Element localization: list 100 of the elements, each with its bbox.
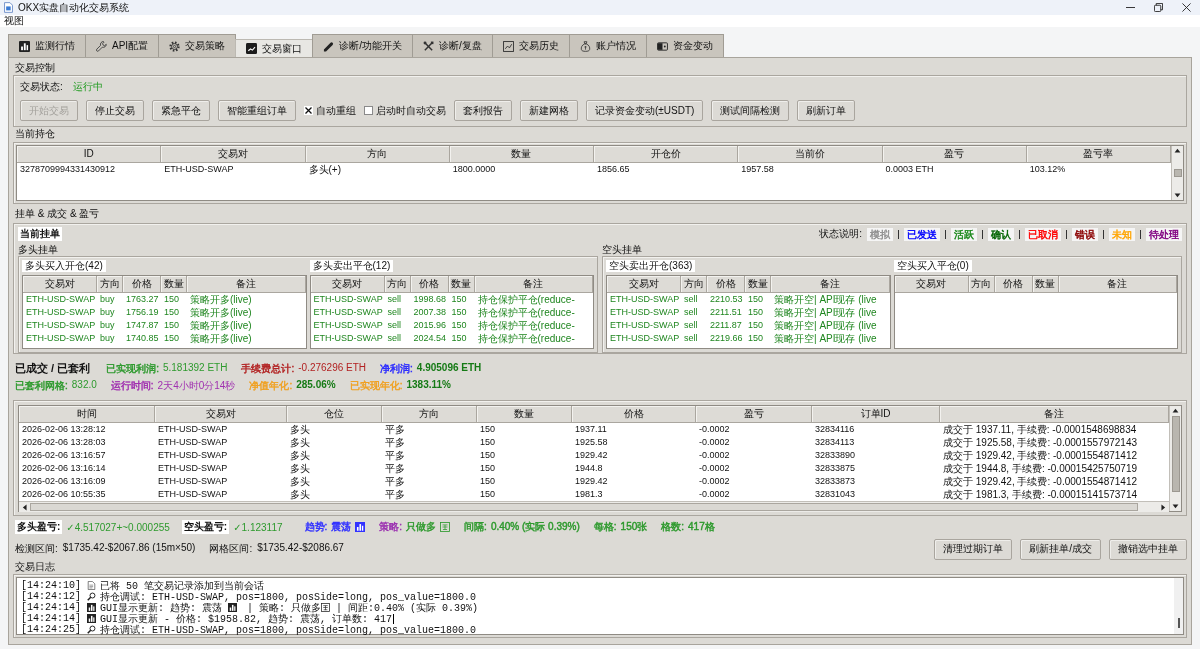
column-header[interactable]: 数量 [1032,276,1059,293]
table-cell-text: -0.0002 [698,488,731,501]
bar-chart-icon [87,614,96,623]
tab[interactable]: 交易策略 [158,34,237,57]
column-header[interactable]: 交易对 [161,146,306,163]
stat-value: 2天4小时0分14秒 [157,378,236,393]
bar-chart-icon [19,40,30,52]
stat-value: 832.0 [71,378,97,392]
scrollbar-thumb[interactable] [1171,416,1180,492]
column-header[interactable]: 备注 [1058,276,1177,293]
tab[interactable]: 资金变动 [645,34,724,57]
tab[interactable]: 账户情况 [568,34,647,57]
scroll-down-icon[interactable] [1174,193,1181,198]
tab[interactable]: API配置 [85,34,160,57]
column-header[interactable]: 数量 [449,146,594,163]
column-header[interactable]: 数量 [448,276,475,293]
log-text: 持仓调试: ETH-USD-SWAP, pos=1800, posSide=long, pos_value=1800.0 [100,623,477,637]
checkbox[interactable]: 启动时自动交易 [364,103,446,118]
column-header[interactable]: 备注 [187,276,306,293]
action-button[interactable]: 套利报告 [454,100,512,121]
column-header[interactable]: 方向 [384,276,411,293]
column-header[interactable]: 盈亏 [882,146,1027,163]
column-header[interactable]: 价格 [572,406,696,423]
scrollbar-thumb[interactable] [1173,169,1182,177]
scroll-up-icon[interactable] [1172,408,1179,413]
action-button[interactable]: 刷新订单 [797,100,856,121]
table-cell-text: 1981.3 [574,488,604,501]
tab[interactable]: 诊断/功能开关 [312,34,413,57]
tab[interactable]: 交易窗口 [235,39,314,57]
column-header[interactable]: 备注 [474,276,593,293]
checkbox[interactable]: 自动重组 [304,103,356,118]
column-header[interactable]: 数量 [161,276,187,293]
column-header[interactable]: 方向 [382,406,477,423]
table-cell-text: 150 [163,306,181,319]
column-header[interactable]: 开仓价 [594,146,739,163]
column-header[interactable]: 盈亏 [696,406,812,423]
status-label: 交易状态: [20,80,63,94]
table-cell-text: 2210.53 [709,293,744,306]
table-cell-text: 150 [479,475,497,488]
column-header[interactable]: 仓位 [287,406,382,423]
scroll-right-icon[interactable] [1161,503,1166,511]
column-header[interactable]: 盈亏率 [1026,146,1171,163]
table-cell-text: 1937.11 [574,423,608,436]
column-header[interactable]: 当前价 [738,146,883,163]
scroll-up-icon[interactable] [1174,148,1181,153]
column-header[interactable]: 备注 [940,406,1169,423]
table-cell-text: ETH-USD-SWAP [312,319,384,332]
tab[interactable]: 监测行情 [8,34,86,57]
action-button[interactable]: 测试间隔检测 [711,100,790,121]
action-button[interactable]: 刷新挂单/成交 [1020,538,1101,560]
action-button[interactable]: 记录资金变动(±USDT) [586,100,704,121]
column-header[interactable]: 交易对 [23,276,97,293]
table-cell-text: 1929.42 [574,449,609,462]
horizontal-scrollbar[interactable] [19,501,1169,512]
column-header[interactable]: 方向 [305,146,450,163]
column-header[interactable]: 订单ID [812,406,940,423]
action-button[interactable]: 智能重组订单 [218,100,296,121]
vertical-scrollbar[interactable] [1171,146,1183,200]
table-cell-text: 多头 [289,488,311,501]
action-button[interactable]: 新建网格 [520,100,578,121]
column-header[interactable]: 方向 [681,276,707,293]
column-header[interactable]: 数量 [477,406,572,423]
column-header[interactable]: 备注 [771,276,890,293]
column-header[interactable]: 方向 [968,276,995,293]
checkbox-icon[interactable] [364,106,373,115]
column-header[interactable]: ID [17,146,162,163]
column-header[interactable]: 交易对 [607,276,681,293]
table-cell-text: 1856.65 [596,163,631,176]
column-header[interactable]: 交易对 [310,276,385,293]
action-button[interactable]: 停止交易 [86,100,144,121]
table-cell-text: 成交于 1929.42, 手续费: -0.0001554871412 [942,449,1138,462]
column-header[interactable]: 交易对 [894,276,969,293]
vertical-scrollbar[interactable] [1174,578,1183,634]
table-cell-text: 策略开空| API现存 (live [773,293,878,306]
menu-item[interactable]: 视图 [4,15,24,27]
table-cell-text: ETH-USD-SWAP [25,306,97,319]
column-header[interactable]: 价格 [410,276,449,293]
table-cell-text: 150 [450,319,468,332]
column-header[interactable]: 时间 [19,406,155,423]
action-button[interactable]: 清理过期订单 [934,538,1013,560]
checkbox-icon[interactable] [304,106,313,115]
action-button[interactable]: 紧急平仓 [152,100,210,121]
scrollbar-thumb[interactable] [1177,618,1180,628]
section-title: 当前持仓 [14,127,55,141]
column-header[interactable]: 交易对 [155,406,287,423]
table-cell-text: buy [99,332,116,345]
table-cell-text: ETH-USD-SWAP [163,163,235,176]
scrollbar-thumb[interactable] [30,503,1138,511]
action-button[interactable]: 撤销选中挂单 [1109,538,1187,560]
column-header[interactable]: 价格 [707,276,745,293]
column-header[interactable]: 数量 [745,276,771,293]
vertical-scrollbar[interactable] [1169,406,1181,511]
tab[interactable]: 交易历史 [491,34,570,57]
scroll-left-icon[interactable] [22,503,27,511]
tab[interactable]: 诊断/复盘 [411,34,493,57]
column-header[interactable]: 价格 [994,276,1033,293]
column-header[interactable]: 价格 [123,276,161,293]
scroll-down-icon[interactable] [1172,504,1179,509]
stat-value: 5.181392 ETH [162,361,228,375]
column-header[interactable]: 方向 [97,276,123,293]
